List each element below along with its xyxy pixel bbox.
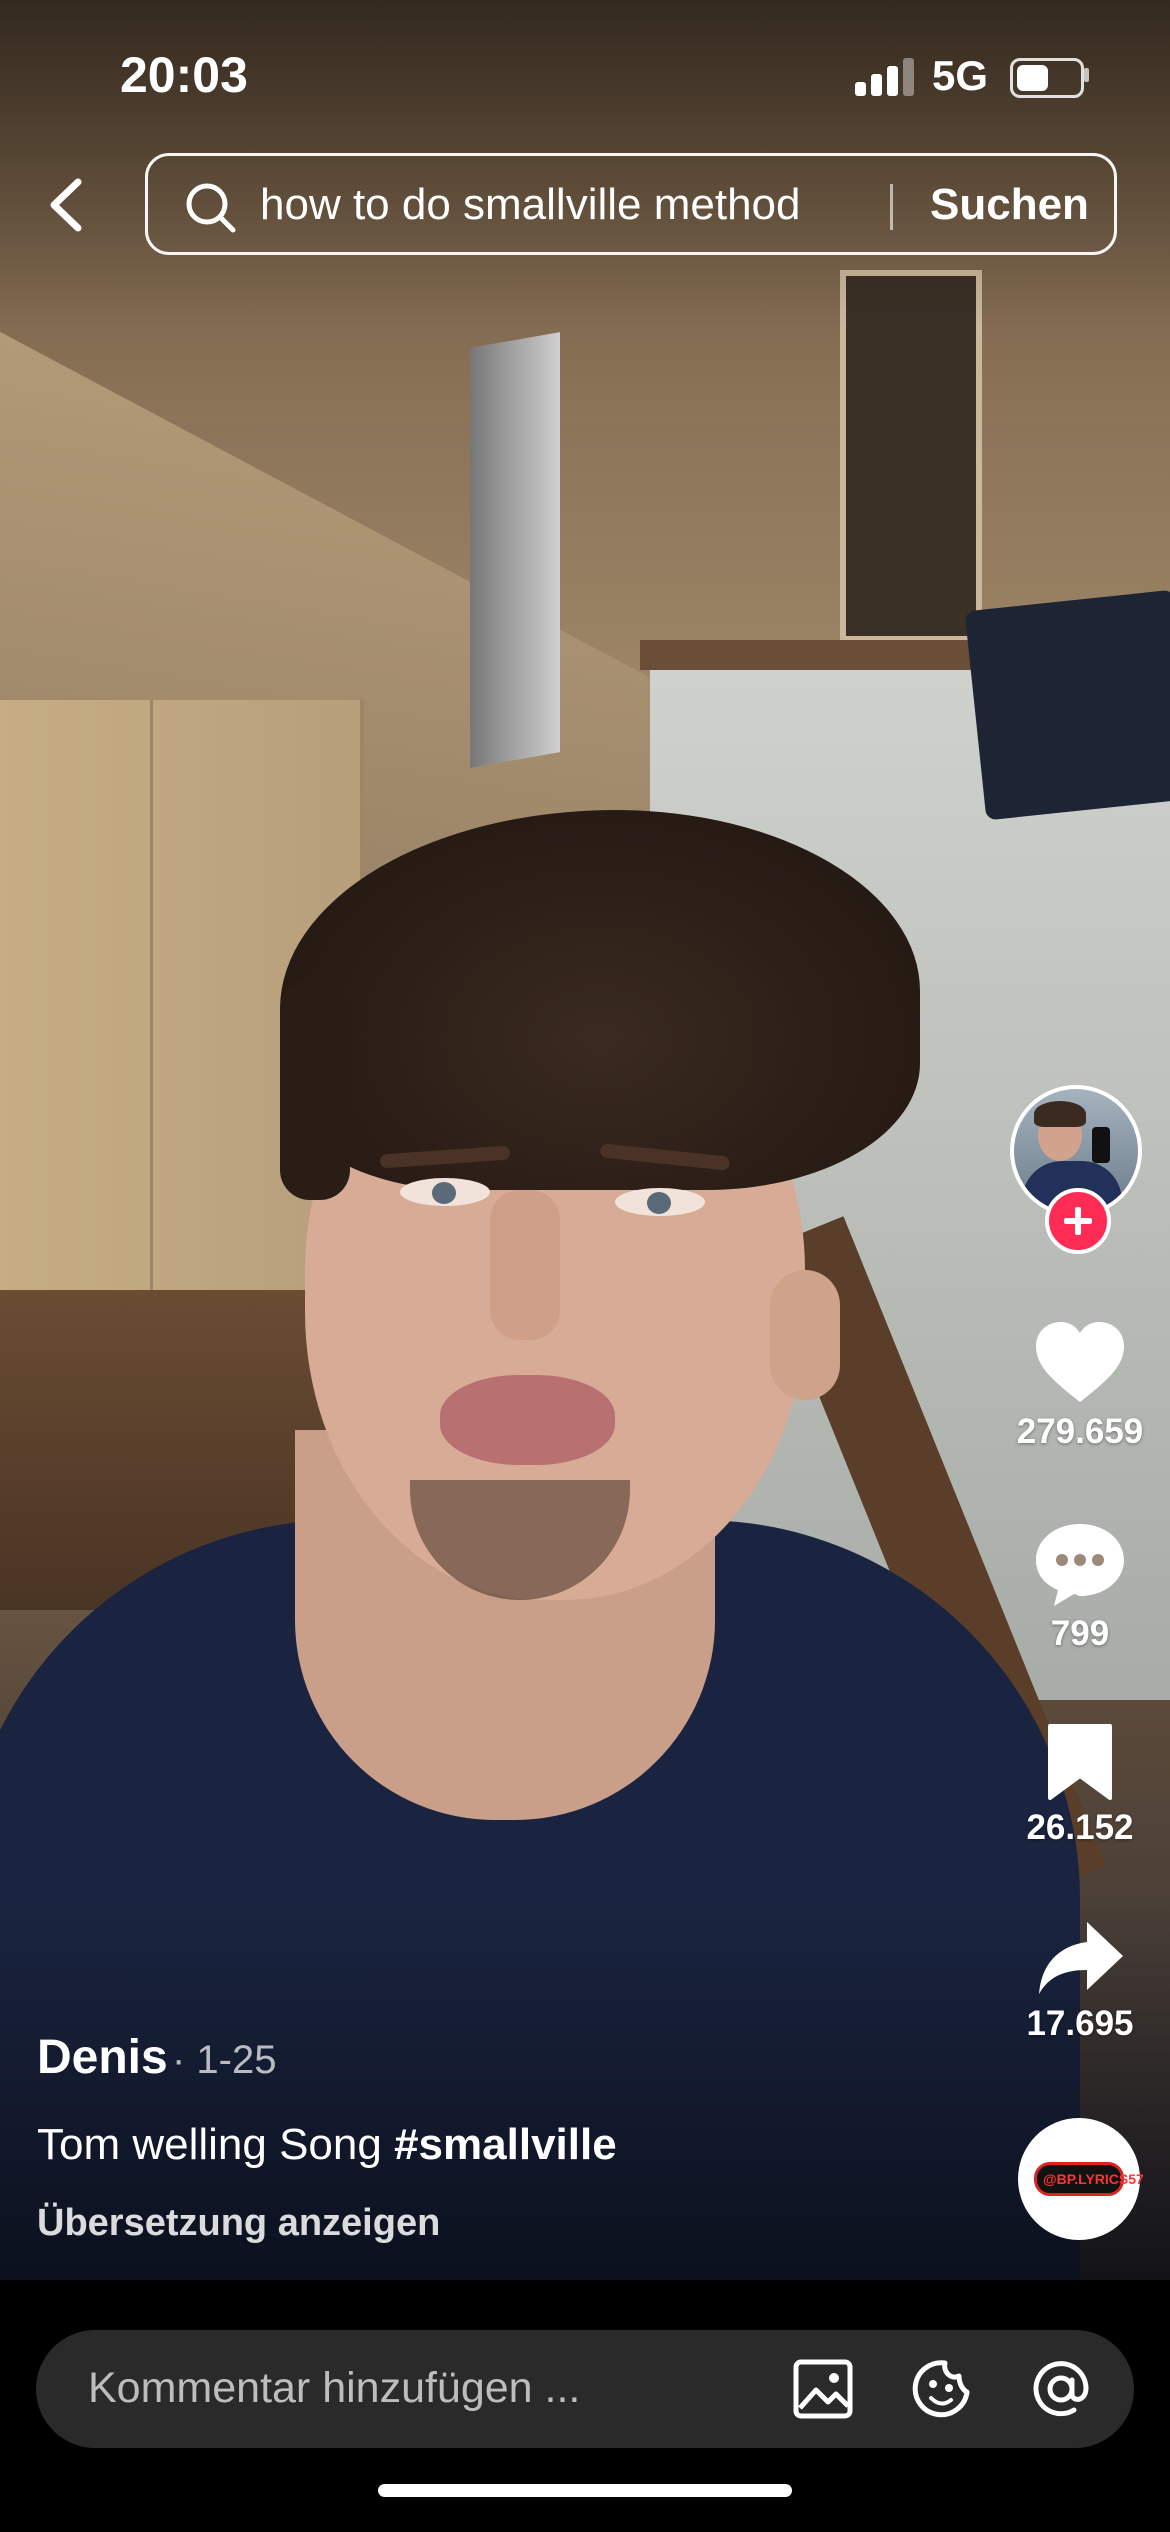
scene-towel [964,589,1170,821]
post-caption: Tom welling Song #smallville [37,2120,617,2170]
bookmark-button[interactable]: 26.152 [1000,1722,1160,1848]
back-icon [50,178,82,232]
bookmark-icon [1048,1724,1112,1800]
like-button[interactable]: 279.659 [1000,1320,1160,1452]
scene-monitor [470,332,560,768]
comment-icon [1036,1524,1124,1606]
battery-icon [1010,58,1084,98]
comment-count: 799 [1050,1614,1110,1653]
like-count: 279.659 [1016,1412,1144,1451]
person-ear [770,1270,840,1400]
person-eye-left [400,1178,490,1206]
share-count: 17.695 [1026,2004,1134,2043]
bookmark-count: 26.152 [1026,1808,1134,1847]
translate-link[interactable]: Übersetzung anzeigen [37,2202,440,2245]
search-divider [890,184,893,230]
emoji-icon[interactable] [911,2358,973,2420]
search-button[interactable]: Suchen [930,180,1089,230]
search-icon [186,183,236,233]
post-date: · 1-25 [172,2038,277,2082]
home-indicator[interactable] [378,2484,792,2497]
comment-input[interactable]: Kommentar hinzufügen ... [36,2330,1134,2448]
comment-button[interactable]: 799 [1000,1520,1160,1654]
battery-tip [1084,68,1089,82]
mention-icon[interactable] [1030,2358,1092,2420]
person-hair-side [280,980,350,1200]
music-cover: @BP.LYRICS57 [1034,2162,1144,2196]
status-time: 20:03 [120,47,248,103]
search-bar[interactable]: how to do smallville method Suchen [145,153,1117,255]
share-icon [1039,1922,1123,1994]
person-mouth [440,1375,615,1465]
person-eye-right [615,1188,705,1216]
hashtag-link[interactable]: #smallville [394,2120,617,2169]
status-bar: 20:03 5G [0,0,1170,150]
network-type: 5G [932,52,989,99]
video-player[interactable] [0,0,1170,2280]
share-button[interactable]: 17.695 [1000,1918,1160,2044]
caption-text: Tom welling Song [37,2120,395,2169]
signal-icon [855,58,915,96]
image-icon[interactable] [792,2358,854,2420]
music-cover-label: @BP.LYRICS57 [1043,2171,1144,2187]
follow-button[interactable] [1045,1188,1111,1254]
comment-placeholder: Kommentar hinzufügen ... [88,2364,581,2412]
scene-cabinet-seam [150,700,153,1300]
music-disc[interactable]: @BP.LYRICS57 [1018,2118,1144,2240]
person-nose [490,1190,560,1340]
heart-icon [1036,1322,1124,1402]
back-button[interactable] [40,170,100,240]
search-input[interactable]: how to do smallville method [260,180,800,230]
author-name[interactable]: Denis [37,2030,168,2085]
